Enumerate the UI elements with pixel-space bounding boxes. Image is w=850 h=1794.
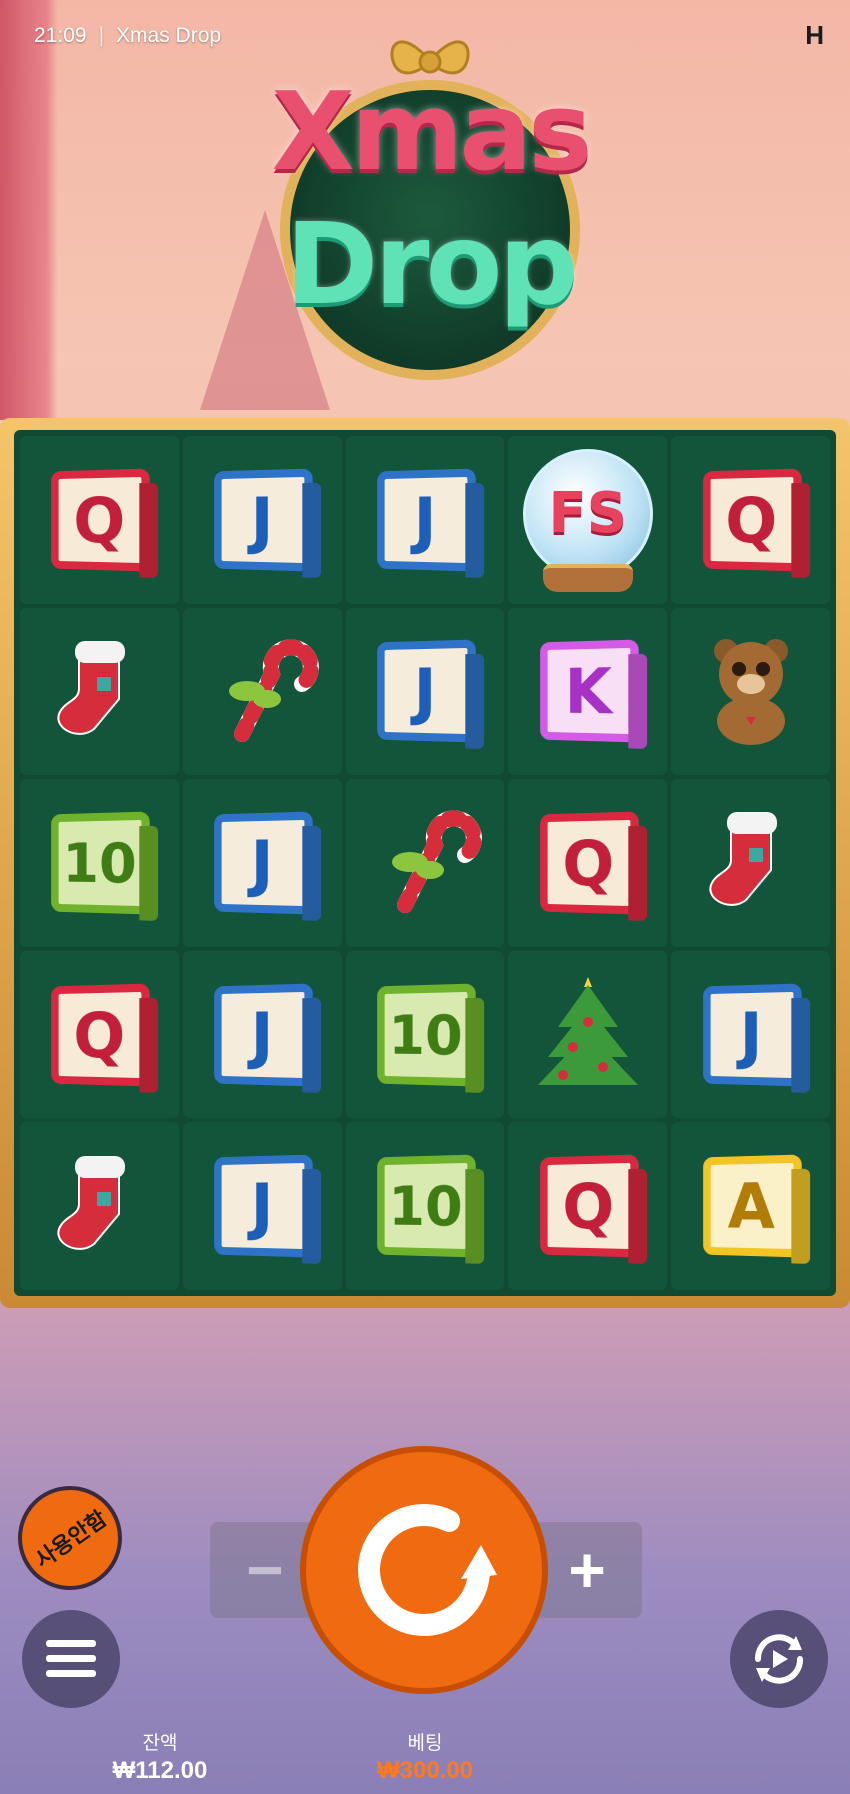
symbol-cube-j: J: [702, 983, 802, 1087]
symbol-cube-10: 10: [377, 1154, 476, 1258]
symbol-label: Q: [562, 1169, 615, 1244]
reel-cell: J: [671, 950, 830, 1119]
bet-display: 베팅 ₩300.00: [360, 1728, 490, 1785]
symbol-label: J: [250, 1169, 274, 1243]
symbol-label: Q: [562, 825, 615, 901]
stocking-icon: [39, 1144, 159, 1269]
symbol-label: 10: [388, 1173, 463, 1239]
bet-label: 베팅: [407, 1733, 443, 1754]
symbol-label: J: [413, 654, 437, 729]
scatter-label: FS: [548, 481, 628, 547]
replay-button[interactable]: [730, 1610, 828, 1708]
reel-cell: 10: [345, 1122, 505, 1290]
autoplay-label: 사용안함: [30, 1505, 112, 1573]
reel-cell: Q: [671, 436, 830, 604]
reel-cell: [182, 607, 342, 776]
stocking-icon: [691, 800, 811, 925]
symbol-cube-q: Q: [51, 983, 151, 1087]
provider-logo-icon: H: [805, 20, 824, 50]
balance-value: ₩112.00: [112, 1757, 208, 1784]
symbol-cube-q: Q: [539, 811, 639, 915]
symbol-cube-q: Q: [539, 1154, 639, 1258]
symbol-cube-10: 10: [51, 811, 151, 915]
symbol-label: Q: [73, 482, 126, 557]
symbol-label: 10: [63, 830, 138, 896]
symbol-label: Q: [725, 482, 777, 557]
background-curtain: [0, 0, 58, 420]
symbol-cube-j: J: [214, 1154, 313, 1258]
teddy-bear-icon: [691, 629, 811, 754]
reel-cell: J: [182, 779, 342, 947]
reel-cell: Q: [20, 950, 179, 1119]
symbol-cube-j: J: [214, 811, 313, 915]
stocking-icon: [39, 629, 159, 754]
candy-cane-icon: [202, 629, 322, 754]
reel-cell: J: [182, 950, 342, 1119]
reel-cell: J: [182, 1122, 342, 1290]
reel-cell: 10: [345, 950, 505, 1119]
replay-icon: [754, 1634, 804, 1684]
spin-button[interactable]: [300, 1446, 548, 1694]
status-title: Xmas Drop: [116, 24, 222, 47]
bet-value: ₩300.00: [376, 1757, 474, 1784]
bet-increase-button[interactable]: +: [532, 1522, 642, 1618]
logo-line-1: Xmas: [271, 70, 593, 195]
snowglobe-base: [542, 563, 633, 592]
symbol-label: J: [250, 826, 274, 900]
symbol-label: 10: [388, 1002, 463, 1067]
reel-frame: Q J J FS Q J K 10 J Q Q J 10 J J 10 Q A: [0, 418, 850, 1308]
reel-cell: A: [671, 1122, 830, 1290]
status-time: 21:09: [34, 24, 87, 47]
xmas-tree-icon: [528, 967, 648, 1102]
symbol-cube-a: A: [702, 1154, 802, 1258]
reel-cell: Q: [20, 436, 179, 604]
reel-cell: Q: [508, 779, 668, 947]
reel-cell: [20, 607, 179, 776]
menu-button[interactable]: [22, 1610, 120, 1708]
reel-cell: K: [508, 607, 668, 776]
spin-arrow-icon: [358, 1504, 497, 1636]
reel-cell: [671, 607, 830, 776]
symbol-cube-j: J: [377, 639, 476, 743]
scatter-snowglobe-icon: FS: [522, 448, 653, 579]
logo-line-2: Drop: [285, 200, 578, 330]
symbol-label: K: [564, 654, 612, 729]
reel-cell: 10: [20, 779, 179, 947]
game-logo: Xmas Drop: [240, 30, 620, 380]
reel-cell: [671, 779, 830, 947]
symbol-cube-j: J: [377, 468, 476, 572]
symbol-label: J: [739, 997, 763, 1072]
reel-cell: J: [182, 436, 342, 604]
symbol-cube-k: K: [539, 639, 639, 743]
reel-cell: Q: [508, 1122, 668, 1290]
symbol-label: A: [727, 1169, 775, 1244]
symbol-label: J: [250, 483, 274, 557]
autoplay-button[interactable]: 사용안함: [0, 1465, 143, 1611]
symbol-cube-j: J: [214, 468, 313, 572]
balance-label: 잔액: [142, 1733, 178, 1754]
symbol-label: J: [413, 483, 437, 557]
symbol-label: J: [250, 997, 274, 1072]
hamburger-icon: [46, 1640, 96, 1677]
reel-grid: Q J J FS Q J K 10 J Q Q J 10 J J 10 Q A: [14, 430, 836, 1296]
candy-cane-icon: [365, 800, 485, 925]
status-separator: |: [98, 24, 105, 47]
reel-cell: J: [345, 607, 505, 776]
status-bar: 21:09 | Xmas Drop: [34, 24, 221, 48]
symbol-cube-j: J: [214, 983, 313, 1087]
reel-cell: J: [345, 436, 505, 604]
symbol-label: Q: [73, 997, 126, 1072]
reel-cell: [508, 950, 668, 1119]
symbol-cube-q: Q: [702, 468, 802, 572]
balance-display: 잔액 ₩112.00: [90, 1728, 230, 1785]
reel-cell: [20, 1122, 179, 1290]
reel-cell: [345, 779, 505, 947]
symbol-cube-q: Q: [51, 468, 151, 572]
symbol-cube-10: 10: [377, 983, 476, 1087]
reel-cell: FS: [508, 436, 668, 604]
